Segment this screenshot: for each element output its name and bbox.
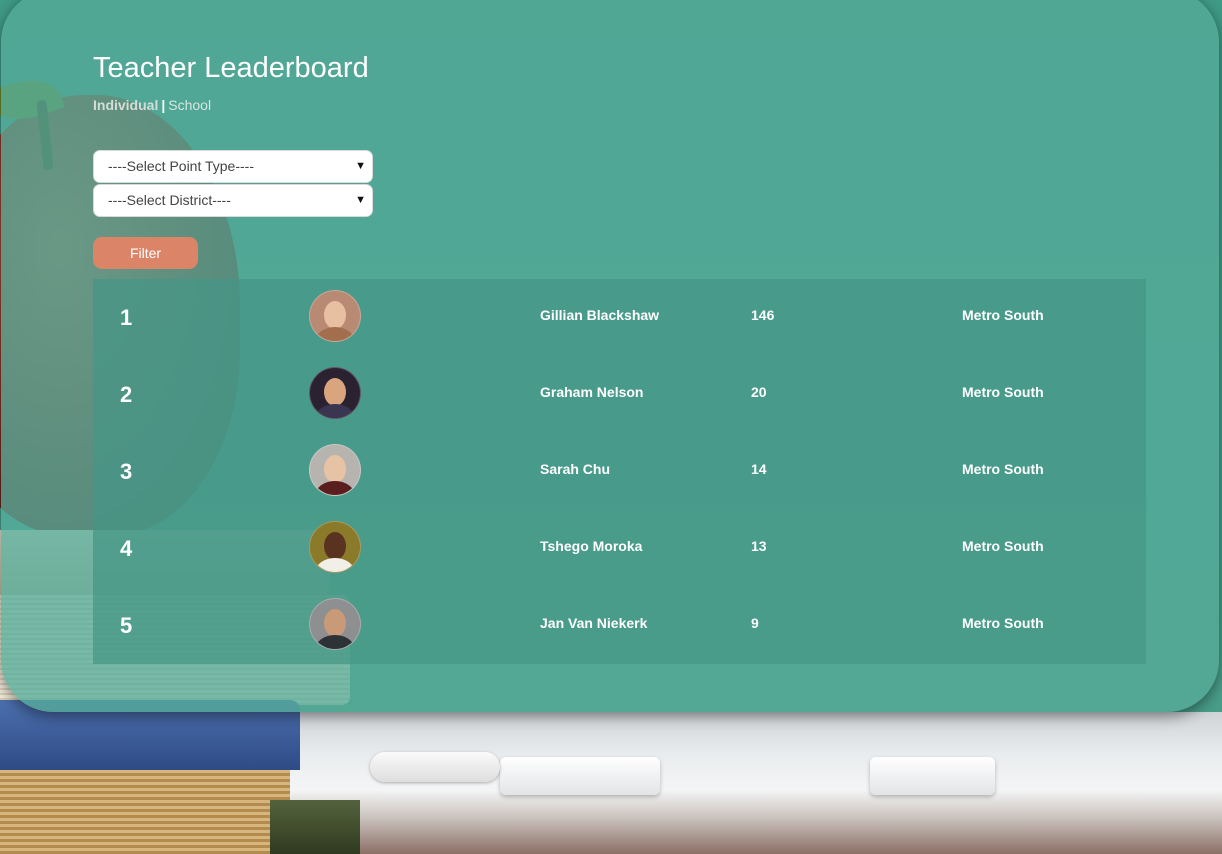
avatar: [309, 598, 361, 650]
table-row: 3 Sarah Chu 14 Metro South: [93, 433, 1146, 510]
rank-number: 2: [120, 382, 133, 407]
teacher-name: Gillian Blackshaw: [540, 307, 660, 323]
point-type-select[interactable]: ----Select Point Type---- ▼: [93, 150, 373, 183]
teacher-points: 13: [751, 538, 767, 554]
page-title: Teacher Leaderboard: [93, 52, 369, 84]
district-select-value: ----Select District----: [108, 192, 231, 208]
teacher-district: Metro South: [962, 538, 1044, 554]
filter-button[interactable]: Filter: [93, 237, 198, 269]
table-row: 4 Tshego Moroka 13 Metro South: [93, 510, 1146, 587]
teacher-name: Graham Nelson: [540, 384, 644, 400]
table-row: 5 Jan Van Niekerk 9 Metro South: [93, 587, 1146, 664]
teacher-points: 14: [751, 461, 767, 477]
teacher-name: Sarah Chu: [540, 461, 611, 477]
table-row: 2 Graham Nelson 20 Metro South: [93, 356, 1146, 433]
chevron-down-icon: ▼: [355, 194, 366, 206]
point-type-select-value: ----Select Point Type----: [108, 158, 254, 174]
teacher-points: 146: [751, 307, 775, 323]
avatar: [309, 290, 361, 342]
avatar: [309, 367, 361, 419]
district-select[interactable]: ----Select District---- ▼: [93, 184, 373, 217]
teacher-district: Metro South: [962, 384, 1044, 400]
table-row: 1 Gillian Blackshaw 146 Metro South: [93, 279, 1146, 356]
rank-number: 3: [120, 459, 133, 484]
teacher-name: Tshego Moroka: [540, 538, 643, 554]
book-image: [0, 770, 290, 854]
page-background: Teacher Leaderboard Individual | School --…: [0, 0, 1222, 854]
rank-number: 4: [120, 536, 133, 561]
tab-school[interactable]: School: [168, 97, 211, 113]
book-image: [270, 800, 360, 854]
eraser-image: [500, 757, 660, 795]
teacher-name: Jan Van Niekerk: [540, 615, 648, 631]
chevron-down-icon: ▼: [355, 160, 366, 172]
teacher-district: Metro South: [962, 461, 1044, 477]
teacher-district: Metro South: [962, 307, 1044, 323]
teacher-points: 9: [751, 615, 759, 631]
leaderboard-table: 1 Gillian Blackshaw 146 Metro South 2 Gr…: [93, 279, 1146, 664]
view-switcher: Individual | School: [93, 97, 211, 113]
avatar: [309, 521, 361, 573]
chalk-image: [370, 752, 500, 782]
avatar: [309, 444, 361, 496]
eraser-image: [870, 757, 995, 795]
rank-number: 1: [120, 305, 133, 330]
teacher-points: 20: [751, 384, 767, 400]
teacher-district: Metro South: [962, 615, 1044, 631]
tab-separator: |: [161, 97, 166, 113]
tab-individual[interactable]: Individual: [93, 97, 158, 113]
rank-number: 5: [120, 613, 133, 638]
